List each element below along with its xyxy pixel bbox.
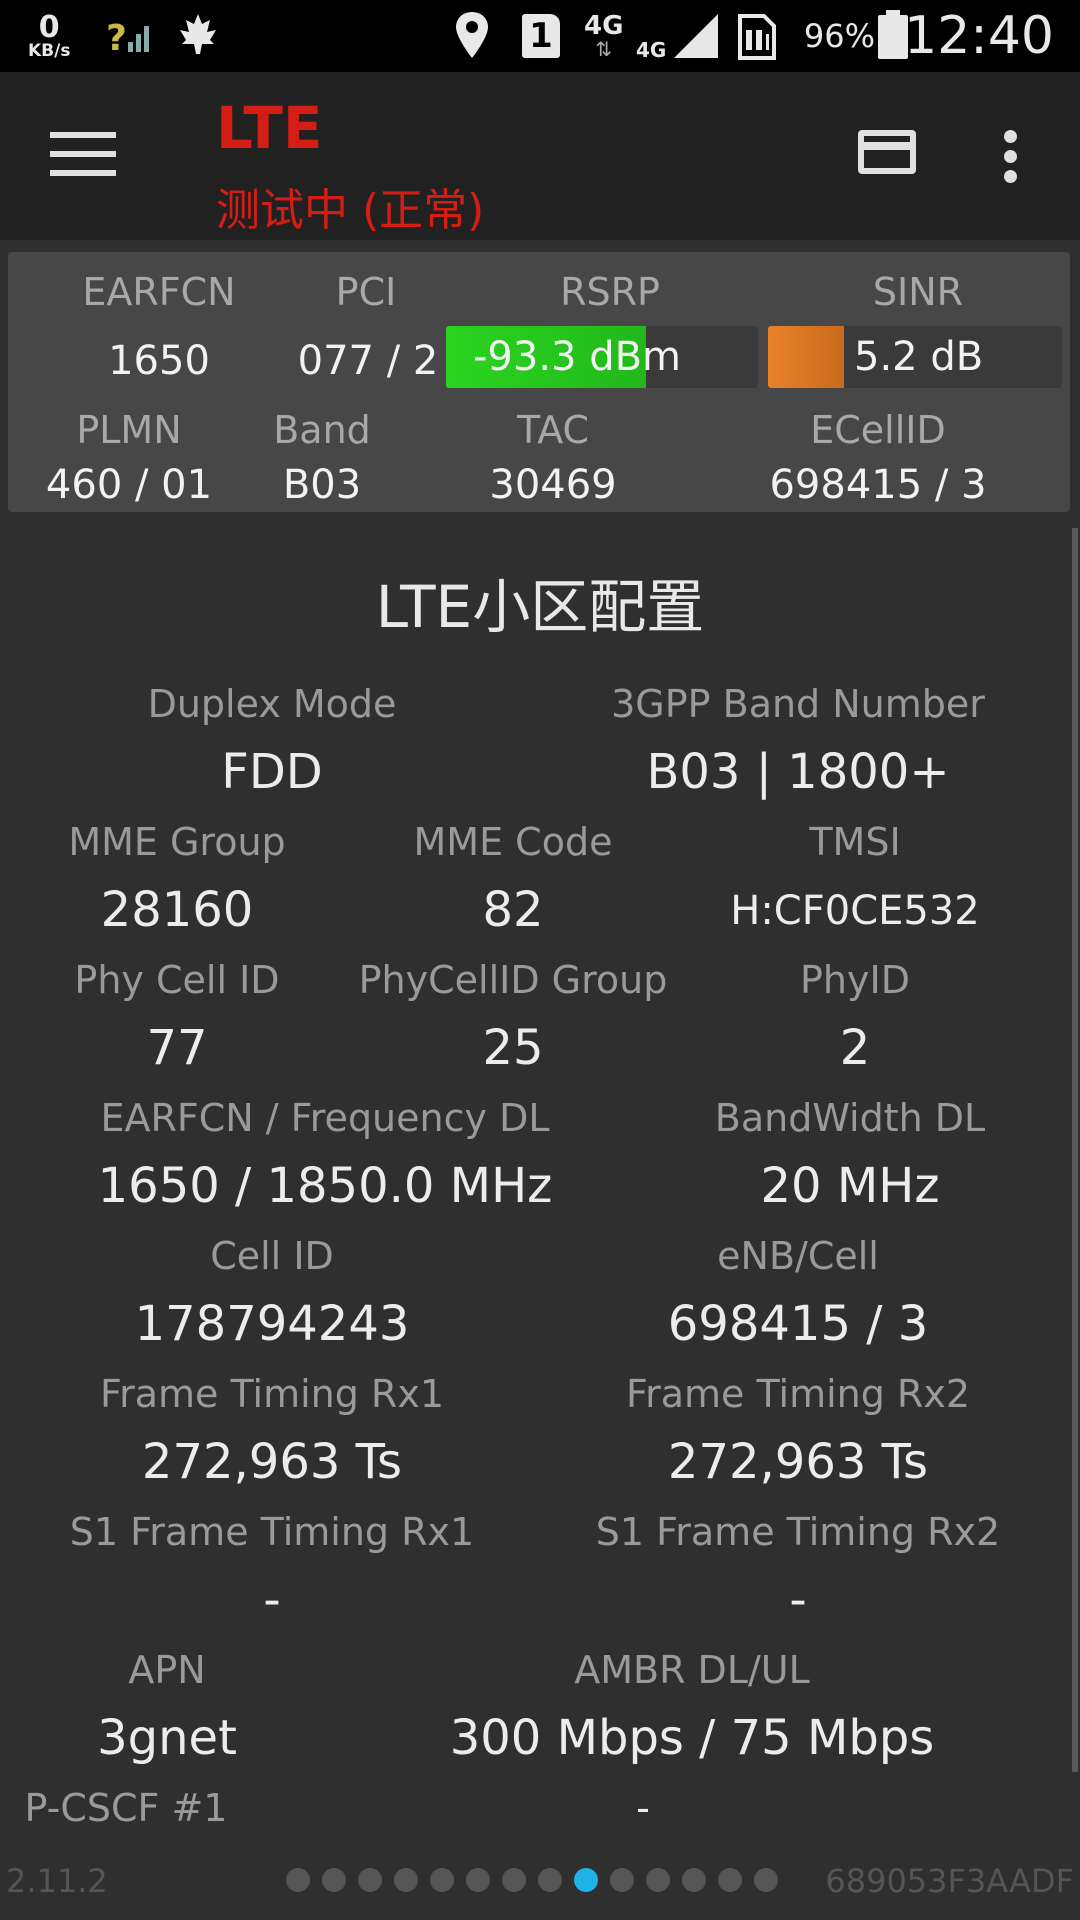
page-dot[interactable] <box>286 1868 310 1892</box>
scrollbar[interactable] <box>1072 528 1078 1772</box>
earfcn-frequency-label: EARFCN / Frequency DL <box>100 1096 550 1140</box>
app-bar: LTE 测试中 (正常) <box>0 72 1080 240</box>
net-speed-unit: KB/s <box>28 40 71 61</box>
s1-frame-timing-rx1-value: - <box>263 1572 281 1628</box>
page-dot[interactable] <box>754 1868 778 1892</box>
sim-slot-icon: 1 <box>522 0 560 72</box>
enb-cell-label: eNB/Cell <box>717 1234 879 1278</box>
location-icon <box>456 12 488 58</box>
page-title: LTE <box>216 94 323 162</box>
page-dot[interactable] <box>502 1868 526 1892</box>
page-dot[interactable] <box>394 1868 418 1892</box>
s1-frame-timing-rx2-label: S1 Frame Timing Rx2 <box>595 1510 1001 1554</box>
page-dot-active[interactable] <box>574 1868 598 1892</box>
page-dot[interactable] <box>610 1868 634 1892</box>
sinr-meter-fill <box>768 326 845 388</box>
cell-id-label: Cell ID <box>210 1234 334 1278</box>
card-view-icon[interactable] <box>858 130 916 174</box>
plmn-label: PLMN <box>76 408 182 452</box>
frame-timing-rx1-value: 272,963 Ts <box>141 1434 403 1490</box>
apn-value: 3gnet <box>97 1710 237 1766</box>
sinr-meter: 5.2 dB <box>768 326 1062 388</box>
band-number-value: B03 | 1800+ <box>646 744 950 800</box>
mme-group-label: MME Group <box>68 820 286 864</box>
battery-percent: 96% <box>803 17 875 55</box>
phycellid-group-value: 25 <box>482 1020 544 1076</box>
ecellid-value: 698415 / 3 <box>769 462 987 508</box>
device-id: 689053F3AADF <box>825 1862 1074 1900</box>
mme-code-value: 82 <box>482 882 544 938</box>
duplex-mode-value: FDD <box>221 744 323 800</box>
net-speed: 0 KB/s <box>28 0 70 72</box>
sim-slot-label: 1 <box>522 14 560 58</box>
network-type-label: 4G <box>584 11 624 41</box>
menu-icon[interactable] <box>50 132 116 178</box>
svg-text:?: ? <box>106 18 127 59</box>
band-value: B03 <box>282 462 362 508</box>
section-title: LTE小区配置 <box>375 573 705 641</box>
signal-unknown-icon: ? <box>106 18 149 59</box>
pcscf-value: - <box>636 1786 650 1830</box>
rsrp-meter: -93.3 dBm <box>446 326 758 388</box>
maple-leaf-icon <box>180 14 216 54</box>
data-activity-icon: 4G ⇅ <box>584 11 624 61</box>
phycellid-group-label: PhyCellID Group <box>358 958 668 1002</box>
page-dot[interactable] <box>322 1868 346 1892</box>
s1-frame-timing-rx1-label: S1 Frame Timing Rx1 <box>69 1510 475 1554</box>
earfcn-label: EARFCN <box>82 270 236 314</box>
frame-timing-rx1-label: Frame Timing Rx1 <box>99 1372 445 1416</box>
page-dot[interactable] <box>430 1868 454 1892</box>
earfcn-value: 1650 <box>108 338 210 384</box>
earfcn-frequency-value: 1650 / 1850.0 MHz <box>97 1158 553 1214</box>
tmsi-label: TMSI <box>809 820 901 864</box>
band-label: Band <box>273 408 371 452</box>
mme-code-label: MME Code <box>413 820 613 864</box>
enb-cell-value: 698415 / 3 <box>667 1296 929 1352</box>
phy-cell-id-value: 77 <box>146 1020 208 1076</box>
rsrp-label: RSRP <box>560 270 660 314</box>
tac-label: TAC <box>516 408 590 452</box>
signal-summary-panel: EARFCN PCI RSRP SINR 1650 077 / 2 -93.3 … <box>8 252 1070 512</box>
rsrp-value: -93.3 dBm <box>472 334 681 380</box>
sinr-label: SINR <box>872 270 964 314</box>
sinr-value: 5.2 dB <box>854 334 984 380</box>
duplex-mode-label: Duplex Mode <box>147 682 397 726</box>
status-bar: 0 KB/s ? 1 4G ⇅ 4G 96% 12:40 <box>0 0 1080 72</box>
apn-label: APN <box>128 1648 206 1692</box>
s1-frame-timing-rx2-value: - <box>789 1572 807 1628</box>
page-indicator[interactable] <box>286 1868 790 1892</box>
pcscf-label: P-CSCF #1 <box>24 1786 228 1830</box>
page-dot[interactable] <box>358 1868 382 1892</box>
ambr-value: 300 Mbps / 75 Mbps <box>449 1710 935 1766</box>
pci-value: 077 / 2 <box>297 338 439 384</box>
ecellid-label: ECellID <box>810 408 946 452</box>
band-number-label: 3GPP Band Number <box>611 682 985 726</box>
phyid-value: 2 <box>839 1020 871 1076</box>
page-dot[interactable] <box>646 1868 670 1892</box>
test-status: 测试中 (正常) <box>216 185 485 236</box>
frame-timing-rx2-label: Frame Timing Rx2 <box>625 1372 971 1416</box>
sim-card-icon <box>738 14 776 60</box>
phy-cell-id-label: Phy Cell ID <box>74 958 280 1002</box>
page-dot[interactable] <box>466 1868 490 1892</box>
net-speed-value: 0 <box>38 9 60 45</box>
bandwidth-dl-value: 20 MHz <box>760 1158 940 1214</box>
frame-timing-rx2-value: 272,963 Ts <box>667 1434 929 1490</box>
plmn-value: 460 / 01 <box>45 462 213 508</box>
mme-group-value: 28160 <box>100 882 254 938</box>
clock: 12:40 <box>904 6 1054 66</box>
tac-value: 30469 <box>489 462 617 508</box>
app-version: 2.11.2 <box>6 1862 108 1900</box>
more-options-icon[interactable] <box>1004 130 1020 186</box>
pci-label: PCI <box>335 270 397 314</box>
page-dot[interactable] <box>718 1868 742 1892</box>
page-dot[interactable] <box>538 1868 562 1892</box>
ambr-label: AMBR DL/UL <box>574 1648 810 1692</box>
phyid-label: PhyID <box>800 958 910 1002</box>
cell-signal-icon <box>674 14 718 58</box>
page-dot[interactable] <box>682 1868 706 1892</box>
bandwidth-dl-label: BandWidth DL <box>714 1096 986 1140</box>
cell-id-value: 178794243 <box>134 1296 410 1352</box>
tmsi-value: H:CF0CE532 <box>730 888 980 934</box>
